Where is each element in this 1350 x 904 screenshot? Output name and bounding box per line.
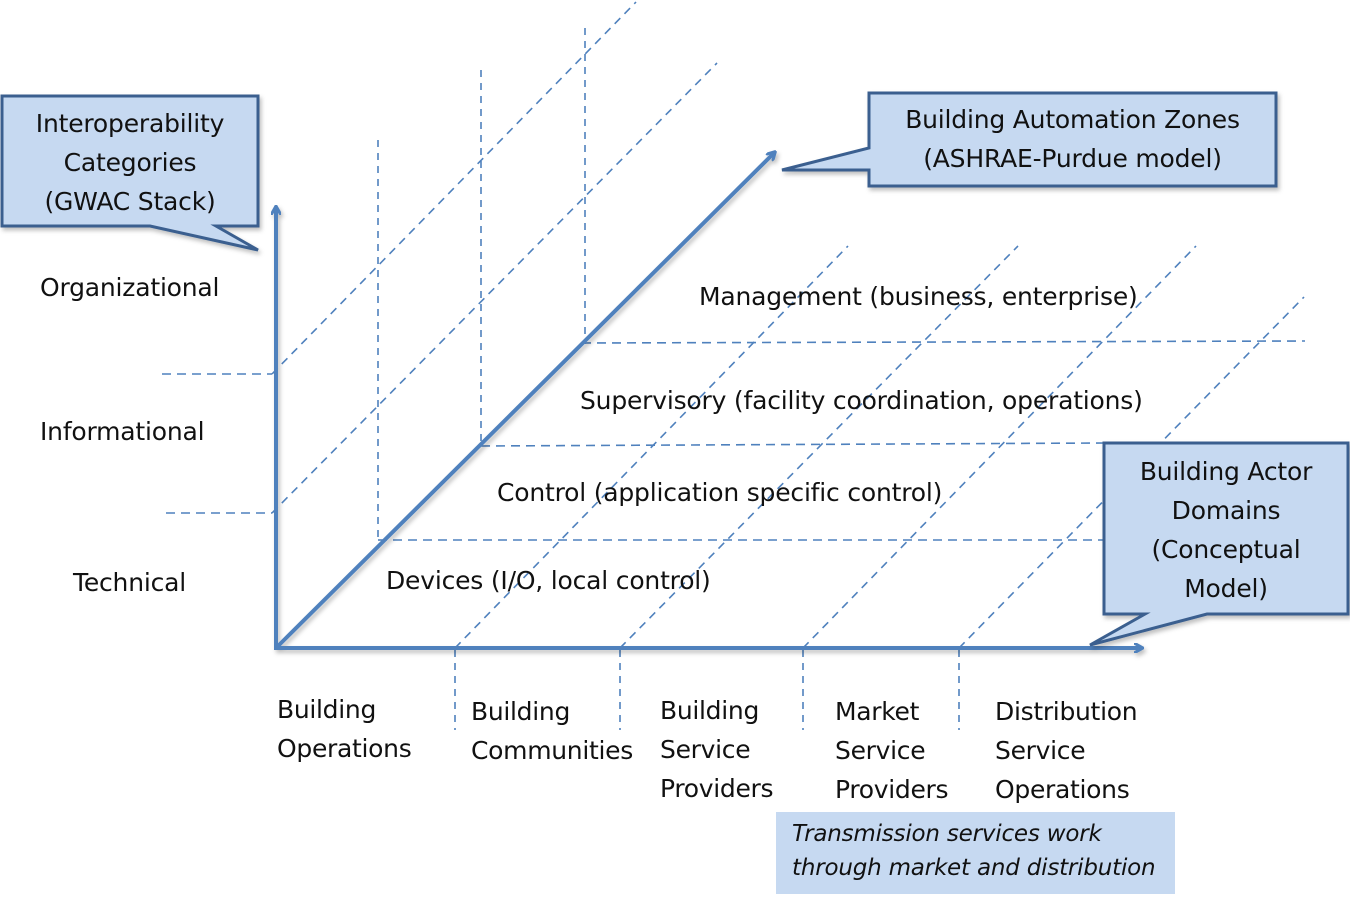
domain-line: Distribution <box>995 697 1138 726</box>
callout-interoperability: Interoperability Categories (GWAC Stack) <box>2 104 258 221</box>
callout-line: (ASHRAE-Purdue model) <box>923 144 1222 173</box>
zone-divider-supervisory <box>480 442 1106 447</box>
domain-line: Service <box>835 736 926 765</box>
domain-distribution-service-operations: Distribution Service Operations <box>995 692 1138 809</box>
domain-line: Communities <box>471 736 633 765</box>
grid-diagonal-upper-1 <box>271 1 637 375</box>
callout-actor-domains: Building Actor Domains (Conceptual Model… <box>1104 452 1348 608</box>
callout-line: Model) <box>1184 574 1268 603</box>
callout-line: Building Actor <box>1139 457 1313 486</box>
zone-control: Control (application specific control) <box>497 478 943 507</box>
callout-line: Interoperability <box>35 109 225 138</box>
category-informational: Informational <box>40 417 205 446</box>
callout-line: (Conceptual <box>1151 535 1301 564</box>
domain-line: Operations <box>995 775 1130 804</box>
domain-building-operations: Building Operations <box>277 690 412 768</box>
domain-line: Market <box>835 697 920 726</box>
zone-divider-management <box>581 340 1306 344</box>
category-technical: Technical <box>73 568 186 597</box>
domain-line: Operations <box>277 734 412 763</box>
domain-line: Providers <box>660 774 774 803</box>
domain-line: Service <box>660 735 751 764</box>
zone-management: Management (business, enterprise) <box>699 282 1138 311</box>
domain-line: Building <box>277 695 377 724</box>
zone-supervisory: Supervisory (facility coordination, oper… <box>580 386 1143 415</box>
domain-line: Providers <box>835 775 949 804</box>
callout-line: (GWAC Stack) <box>44 187 216 216</box>
domain-market-service-providers: Market Service Providers <box>835 692 949 809</box>
domain-building-communities: Building Communities <box>471 692 633 770</box>
transmission-note: Transmission services work through marke… <box>792 817 1156 885</box>
category-organizational: Organizational <box>40 273 220 302</box>
zone-devices: Devices (I/O, local control) <box>386 566 711 595</box>
callout-line: Domains <box>1171 496 1281 525</box>
domain-line: Building <box>660 696 760 725</box>
domain-line: Building <box>471 697 571 726</box>
domain-building-service-providers: Building Service Providers <box>660 691 774 808</box>
callout-line: Categories <box>63 148 197 177</box>
domain-line: Service <box>995 736 1086 765</box>
callout-automation-zones: Building Automation Zones (ASHRAE-Purdue… <box>869 100 1276 178</box>
note-line: through market and distribution <box>792 855 1156 881</box>
callout-line: Building Automation Zones <box>905 105 1240 134</box>
note-line: Transmission services work <box>792 821 1102 847</box>
